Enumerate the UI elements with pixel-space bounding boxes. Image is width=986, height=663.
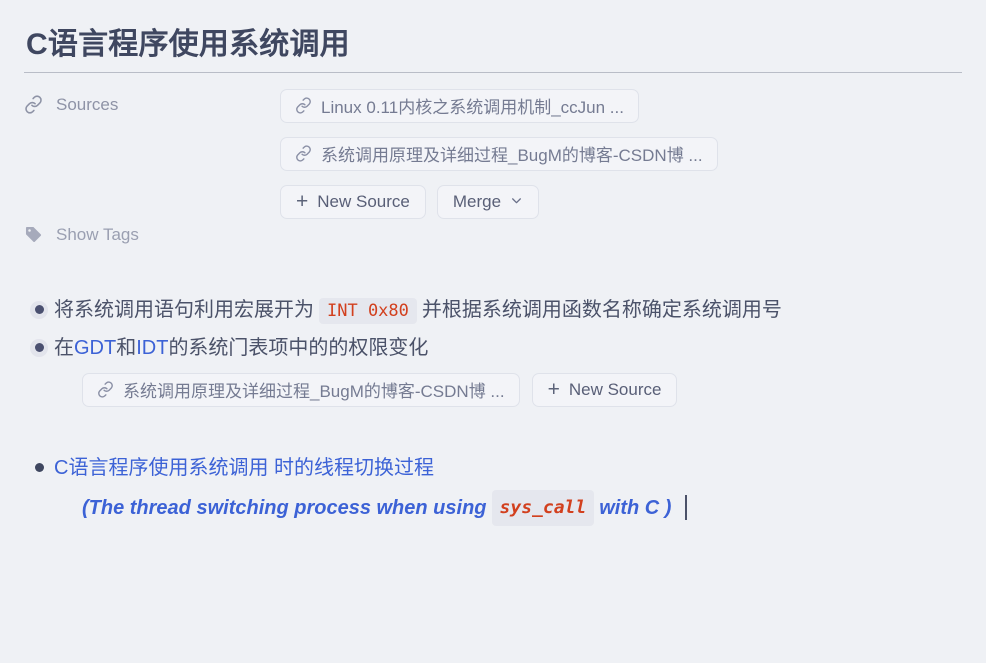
tag-icon bbox=[24, 225, 43, 244]
nested-sources-row: 系统调用原理及详细过程_BugM的博客-CSDN博 ... + New Sour… bbox=[82, 372, 962, 407]
inline-code-int80: INT 0x80 bbox=[319, 297, 417, 324]
source-chip-label: 系统调用原理及详细过程_BugM的博客-CSDN博 ... bbox=[123, 382, 505, 401]
list-item: 在GDT和IDT的系统门表项中的的权限变化 bbox=[24, 333, 962, 363]
show-tags-label: Show Tags bbox=[56, 224, 139, 244]
page-title: C语言程序使用系统调用 bbox=[26, 28, 350, 61]
bullet-marker[interactable] bbox=[24, 453, 54, 483]
bullet-2-part2: 和 bbox=[116, 336, 137, 359]
link-gdt[interactable]: GDT bbox=[74, 337, 116, 359]
final-list-item: C语言程序使用系统调用 时的线程切换过程 (The thread switchi… bbox=[24, 453, 962, 526]
bullet-marker[interactable] bbox=[24, 333, 54, 363]
bullet-dot-icon bbox=[30, 338, 48, 357]
text-cursor bbox=[685, 495, 688, 520]
link-icon bbox=[24, 95, 43, 114]
final-line-2: (The thread switching process when using… bbox=[82, 489, 962, 526]
list-item: 将系统调用语句利用宏展开为 INT 0x80 并根据系统调用函数名称确定系统调用号 bbox=[24, 295, 962, 326]
new-source-button-label: New Source bbox=[317, 191, 410, 211]
sources-actions: + New Source Merge bbox=[280, 184, 540, 219]
bullet-1-suffix: 并根据系统调用函数名称确定系统调用号 bbox=[421, 298, 782, 321]
show-tags-row[interactable]: Show Tags bbox=[24, 225, 962, 245]
sources-section: Sources Linux 0.11内核之系统调用机制_ccJun ... 系统… bbox=[24, 88, 962, 219]
merge-button-label: Merge bbox=[452, 191, 502, 211]
link-icon bbox=[295, 145, 312, 162]
source-chip-label: Linux 0.11内核之系统调用机制_ccJun ... bbox=[321, 98, 624, 117]
bullet-dot-icon bbox=[34, 463, 44, 472]
merge-button[interactable]: Merge bbox=[436, 184, 540, 219]
note-page: C语言程序使用系统调用 Sources Linux 0.11内核之系统调用机制_… bbox=[0, 0, 986, 663]
new-source-button[interactable]: + New Source bbox=[280, 184, 426, 219]
bullet-2-part1: 在 bbox=[54, 336, 74, 359]
bullet-dot-icon bbox=[30, 300, 48, 319]
plus-icon: + bbox=[296, 190, 309, 213]
chevron-down-icon bbox=[510, 192, 523, 212]
bullet-list: 将系统调用语句利用宏展开为 INT 0x80 并根据系统调用函数名称确定系统调用号 … bbox=[24, 295, 962, 526]
sources-list: Linux 0.11内核之系统调用机制_ccJun ... 系统调用原理及详细过… bbox=[280, 88, 718, 219]
inline-code-syscall: sys_call bbox=[491, 489, 595, 526]
list-item-text: 将系统调用语句利用宏展开为 INT 0x80 并根据系统调用函数名称确定系统调用号 bbox=[54, 295, 782, 326]
sources-label-text: Sources bbox=[56, 94, 119, 114]
list-item: C语言程序使用系统调用 时的线程切换过程 bbox=[24, 453, 962, 483]
plus-icon: + bbox=[547, 378, 560, 401]
final-line-2-prefix: (The thread switching process when using bbox=[82, 496, 487, 519]
final-line-2-suffix: with C ) bbox=[599, 496, 672, 519]
source-chip-label: 系统调用原理及详细过程_BugM的博客-CSDN博 ... bbox=[321, 146, 703, 165]
list-item-text: 在GDT和IDT的系统门表项中的的权限变化 bbox=[54, 333, 428, 363]
link-icon bbox=[295, 97, 312, 114]
title-divider bbox=[24, 71, 962, 73]
bullet-1-prefix: 将系统调用语句利用宏展开为 bbox=[54, 298, 314, 321]
bullet-marker[interactable] bbox=[24, 295, 54, 325]
new-source-button-label: New Source bbox=[568, 379, 662, 399]
source-chip[interactable]: 系统调用原理及详细过程_BugM的博客-CSDN博 ... bbox=[82, 372, 520, 407]
source-chip[interactable]: 系统调用原理及详细过程_BugM的博客-CSDN博 ... bbox=[280, 136, 718, 171]
new-source-button[interactable]: + New Source bbox=[531, 372, 678, 407]
link-icon bbox=[97, 381, 114, 398]
link-idt[interactable]: IDT bbox=[136, 337, 168, 359]
source-chip[interactable]: Linux 0.11内核之系统调用机制_ccJun ... bbox=[280, 88, 639, 123]
final-line-1[interactable]: C语言程序使用系统调用 时的线程切换过程 bbox=[54, 453, 434, 483]
sources-label: Sources bbox=[24, 89, 280, 115]
bullet-2-part3: 的系统门表项中的的权限变化 bbox=[168, 336, 429, 359]
